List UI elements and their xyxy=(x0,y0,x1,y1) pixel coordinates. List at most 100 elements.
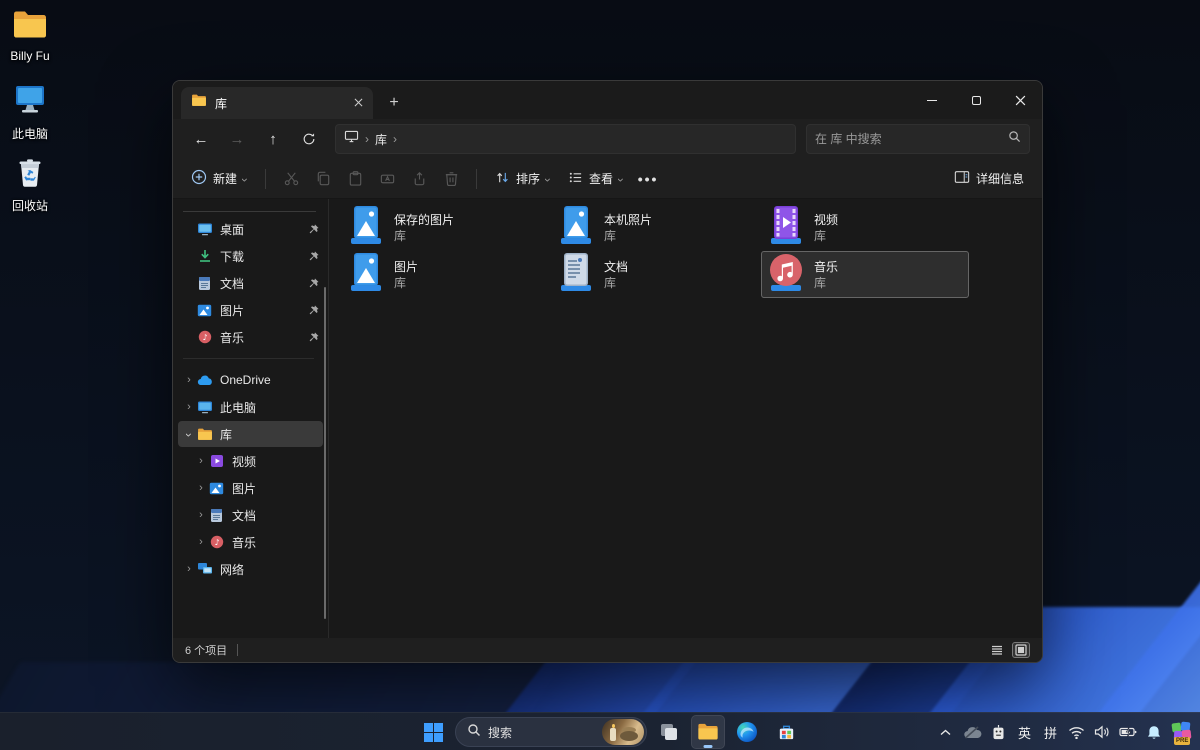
preview-badge: PRE xyxy=(1174,737,1190,745)
sidebar-item-network[interactable]: › 网络 xyxy=(178,556,323,582)
documents-icon xyxy=(196,275,213,292)
sidebar-item-onedrive[interactable]: › OneDrive xyxy=(178,367,323,393)
device-app-icon[interactable] xyxy=(991,720,1007,744)
file-explorer-button[interactable] xyxy=(691,715,725,749)
ime-language-indicator[interactable]: 英 xyxy=(1016,720,1033,744)
view-button-label: 查看 xyxy=(589,170,613,187)
desktop-icon-user-folder[interactable]: Billy Fu xyxy=(0,10,68,63)
insider-preview-app-icon[interactable]: PRE xyxy=(1171,722,1192,742)
chevron-right-icon[interactable]: › xyxy=(182,374,196,386)
command-bar: 新建 › xyxy=(173,159,1042,199)
chevron-right-icon[interactable]: › xyxy=(182,401,196,413)
chevron-right-icon[interactable]: › xyxy=(194,482,208,494)
view-button[interactable]: 查看 › xyxy=(560,164,631,194)
search-highlight-image[interactable] xyxy=(602,719,644,745)
breadcrumb[interactable]: › 库 › xyxy=(335,124,796,154)
plus-circle-icon xyxy=(191,169,207,188)
sidebar-item-pictures-library[interactable]: › 图片 xyxy=(178,475,323,501)
sidebar-item-this-pc[interactable]: › 此电脑 xyxy=(178,394,323,420)
sidebar-item-desktop[interactable]: 桌面 xyxy=(178,216,323,242)
pictures-library-icon xyxy=(348,251,384,298)
recycle-bin-icon xyxy=(14,156,46,193)
svg-text:♪: ♪ xyxy=(202,333,207,342)
sidebar-item-videos-library[interactable]: › 视频 xyxy=(178,448,323,474)
taskbar-search[interactable]: 搜索 xyxy=(455,717,647,747)
navigation-bar: ← → ↑ › 库 › xyxy=(173,119,1042,159)
battery-charging-icon[interactable] xyxy=(1119,720,1137,744)
more-button[interactable]: ••• xyxy=(633,164,663,194)
chevron-right-icon[interactable]: › xyxy=(182,563,196,575)
this-pc-icon xyxy=(196,399,213,416)
paste-button[interactable] xyxy=(340,164,370,194)
chevron-right-icon[interactable]: › xyxy=(194,536,208,548)
large-icons-view-button[interactable] xyxy=(1012,642,1030,658)
chevron-right-icon[interactable]: › xyxy=(194,455,208,467)
chevron-expanded-icon[interactable]: › xyxy=(182,427,196,441)
documents-icon xyxy=(208,507,225,524)
breadcrumb-separator: › xyxy=(365,132,369,146)
refresh-button[interactable] xyxy=(293,124,325,154)
library-tile-documents[interactable]: 文档库 xyxy=(551,251,759,298)
search-box[interactable] xyxy=(806,124,1030,154)
search-input[interactable] xyxy=(815,132,1008,146)
details-view-button[interactable] xyxy=(988,642,1006,658)
tray-chevron-up-icon[interactable] xyxy=(938,720,954,744)
search-icon[interactable] xyxy=(1008,130,1021,148)
share-button[interactable] xyxy=(404,164,434,194)
breadcrumb-item[interactable]: 库 xyxy=(375,131,387,148)
volume-icon[interactable] xyxy=(1094,720,1110,744)
copy-button[interactable] xyxy=(308,164,338,194)
notification-bell-icon[interactable] xyxy=(1146,720,1162,744)
start-button[interactable] xyxy=(416,715,450,749)
new-button-label: 新建 xyxy=(213,170,237,187)
sidebar-item-music-library[interactable]: › ♪ 音乐 xyxy=(178,529,323,555)
view-list-icon xyxy=(568,170,583,188)
sort-arrows-icon xyxy=(495,170,510,188)
files-pane[interactable]: 保存的图片库 本机照片库 视频库 xyxy=(329,199,1042,638)
chevron-right-icon[interactable]: › xyxy=(194,509,208,521)
task-view-button[interactable] xyxy=(652,715,686,749)
edge-browser-button[interactable] xyxy=(730,715,764,749)
new-button[interactable]: 新建 › xyxy=(183,163,255,194)
wifi-icon[interactable] xyxy=(1068,720,1085,744)
cut-button[interactable] xyxy=(276,164,306,194)
desktop-icon-recycle-bin[interactable]: 回收站 xyxy=(0,156,68,214)
explorer-tab[interactable]: 库 xyxy=(181,87,373,119)
network-icon xyxy=(196,561,213,578)
delete-button[interactable] xyxy=(436,164,466,194)
library-tile-pictures[interactable]: 图片库 xyxy=(341,251,549,298)
sidebar-item-music[interactable]: ♪ 音乐 xyxy=(178,324,323,350)
desktop-wallpaper: Billy Fu 此电脑 回收站 库 + xyxy=(0,0,1200,750)
ime-mode-indicator[interactable]: 拼 xyxy=(1042,720,1059,744)
desktop-icon-this-pc[interactable]: 此电脑 xyxy=(0,84,68,142)
this-pc-icon[interactable] xyxy=(344,130,359,148)
up-button[interactable]: ↑ xyxy=(257,124,289,154)
details-pane-button[interactable]: 详细信息 xyxy=(946,164,1032,193)
onedrive-paused-icon[interactable] xyxy=(963,720,982,744)
sort-button[interactable]: 排序 › xyxy=(487,164,558,194)
back-button[interactable]: ← xyxy=(185,124,217,154)
pin-icon xyxy=(309,332,319,342)
library-tile-camera-roll[interactable]: 本机照片库 xyxy=(551,204,759,251)
close-button[interactable] xyxy=(998,81,1042,119)
sidebar-item-downloads[interactable]: 下载 xyxy=(178,243,323,269)
sidebar-item-pictures[interactable]: 图片 xyxy=(178,297,323,323)
rename-button[interactable] xyxy=(372,164,402,194)
desktop-icon-label: Billy Fu xyxy=(10,49,49,63)
maximize-button[interactable] xyxy=(954,81,998,119)
library-tile-music[interactable]: 音乐库 xyxy=(761,251,969,298)
forward-button[interactable]: → xyxy=(221,124,253,154)
desktop-icon-label: 回收站 xyxy=(12,197,48,214)
new-tab-button[interactable]: + xyxy=(381,90,407,116)
minimize-button[interactable] xyxy=(910,81,954,119)
tab-close-icon[interactable] xyxy=(354,94,363,112)
sidebar-item-libraries[interactable]: › 库 xyxy=(178,421,323,447)
microsoft-store-button[interactable] xyxy=(769,715,803,749)
library-tile-saved-pictures[interactable]: 保存的图片库 xyxy=(341,204,549,251)
details-pane-icon xyxy=(954,170,970,187)
sidebar-item-documents[interactable]: 文档 xyxy=(178,270,323,296)
sidebar-scrollbar[interactable] xyxy=(324,287,326,619)
library-tile-videos[interactable]: 视频库 xyxy=(761,204,969,251)
title-bar[interactable]: 库 + xyxy=(173,81,1042,119)
sidebar-item-documents-library[interactable]: › 文档 xyxy=(178,502,323,528)
